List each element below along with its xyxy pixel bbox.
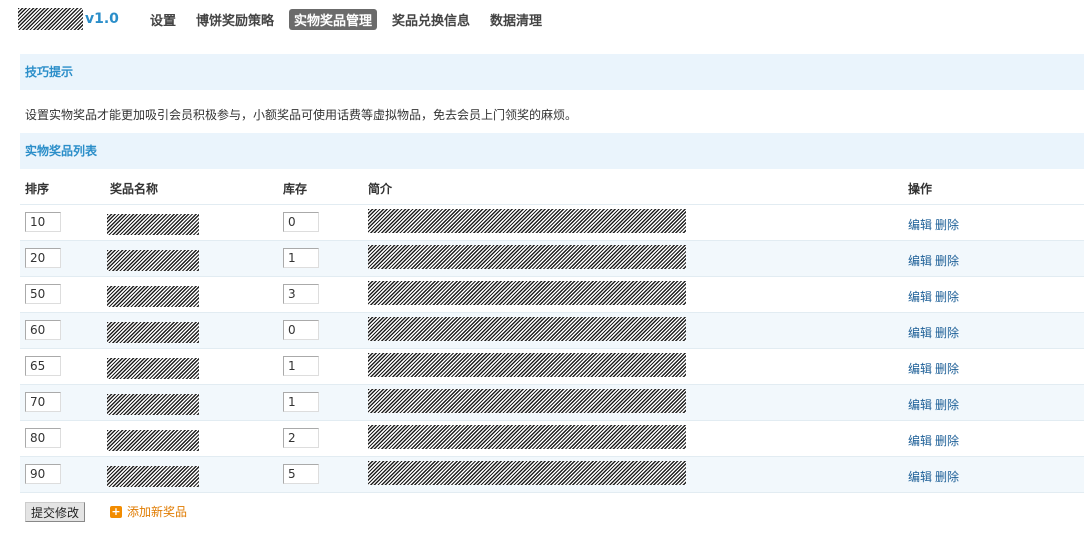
row-actions: 编辑 删除 (908, 468, 962, 485)
prize-name-redacted (107, 394, 199, 415)
edit-link[interactable]: 编辑 (908, 362, 932, 376)
prize-desc-redacted (368, 245, 686, 269)
row-actions: 编辑 删除 (908, 396, 962, 413)
prize-name-redacted (107, 430, 199, 451)
stock-input[interactable] (283, 284, 319, 304)
row-actions: 编辑 删除 (908, 324, 962, 341)
prize-name-redacted (107, 286, 199, 307)
row-actions: 编辑 删除 (908, 288, 962, 305)
row-actions: 编辑 删除 (908, 360, 962, 377)
tips-text: 设置实物奖品才能更加吸引会员积极参与，小额奖品可使用话费等虚拟物品，免去会员上门… (25, 108, 578, 122)
stock-input[interactable] (283, 428, 319, 448)
prize-desc-redacted (368, 389, 686, 413)
nav-data-cleanup[interactable]: 数据清理 (485, 9, 547, 30)
delete-link[interactable]: 删除 (935, 362, 959, 376)
add-prize-link[interactable]: + 添加新奖品 (110, 503, 187, 520)
row-actions: 编辑 删除 (908, 432, 962, 449)
table-row: 编辑删除 (20, 277, 1084, 313)
prize-name-redacted (107, 466, 199, 487)
stock-input[interactable] (283, 356, 319, 376)
prize-name-redacted (107, 358, 199, 379)
top-nav: v1.0 设置 博饼奖励策略 实物奖品管理 奖品兑换信息 数据清理 (18, 8, 557, 30)
edit-link[interactable]: 编辑 (908, 434, 932, 448)
delete-link[interactable]: 删除 (935, 254, 959, 268)
stock-input[interactable] (283, 212, 319, 232)
order-input[interactable] (25, 428, 61, 448)
table-row: 编辑删除 (20, 349, 1084, 385)
nav-prize-management[interactable]: 实物奖品管理 (288, 8, 377, 30)
prize-desc-redacted (368, 209, 686, 233)
tips-header: 技巧提示 (20, 54, 1084, 90)
edit-link[interactable]: 编辑 (908, 290, 932, 304)
prize-name-redacted (107, 214, 199, 235)
prize-desc-redacted (368, 425, 686, 449)
table-row: 编辑删除 (20, 313, 1084, 349)
order-input[interactable] (25, 392, 61, 412)
row-actions: 编辑 删除 (908, 216, 962, 233)
stock-input[interactable] (283, 464, 319, 484)
stock-input[interactable] (283, 320, 319, 340)
add-prize-label: 添加新奖品 (127, 505, 188, 519)
prize-desc-redacted (368, 461, 686, 485)
plus-square-icon: + (110, 504, 122, 518)
delete-link[interactable]: 删除 (935, 290, 959, 304)
col-desc: 简介 (368, 182, 393, 196)
order-input[interactable] (25, 284, 61, 304)
delete-link[interactable]: 删除 (935, 398, 959, 412)
edit-link[interactable]: 编辑 (908, 470, 932, 484)
order-input[interactable] (25, 320, 61, 340)
col-order: 排序 (25, 182, 50, 196)
order-input[interactable] (25, 464, 61, 484)
col-name: 奖品名称 (110, 182, 159, 196)
delete-link[interactable]: 删除 (935, 434, 959, 448)
edit-link[interactable]: 编辑 (908, 398, 932, 412)
table-row: 编辑删除 (20, 421, 1084, 457)
table-row: 编辑删除 (20, 205, 1084, 241)
row-actions: 编辑 删除 (908, 252, 962, 269)
stock-input[interactable] (283, 392, 319, 412)
stock-input[interactable] (283, 248, 319, 268)
version-label: v1.0 (85, 11, 119, 27)
order-input[interactable] (25, 356, 61, 376)
delete-link[interactable]: 删除 (935, 218, 959, 232)
delete-link[interactable]: 删除 (935, 326, 959, 340)
edit-link[interactable]: 编辑 (908, 218, 932, 232)
submit-button[interactable]: 提交修改 (25, 502, 85, 522)
prize-desc-redacted (368, 353, 686, 377)
nav-exchange-info[interactable]: 奖品兑换信息 (387, 9, 475, 30)
delete-link[interactable]: 删除 (935, 470, 959, 484)
col-ops: 操作 (908, 182, 933, 196)
prize-name-redacted (107, 322, 199, 343)
edit-link[interactable]: 编辑 (908, 254, 932, 268)
table-row: 编辑删除 (20, 385, 1084, 421)
nav-reward-strategy[interactable]: 博饼奖励策略 (191, 9, 279, 30)
logo-redacted (18, 8, 83, 30)
edit-link[interactable]: 编辑 (908, 326, 932, 340)
prize-list-header: 实物奖品列表 (20, 133, 1084, 169)
prize-desc-redacted (368, 281, 686, 305)
order-input[interactable] (25, 248, 61, 268)
order-input[interactable] (25, 212, 61, 232)
col-stock: 库存 (283, 182, 308, 196)
table-row: 编辑删除 (20, 241, 1084, 277)
prize-desc-redacted (368, 317, 686, 341)
prize-name-redacted (107, 250, 199, 271)
table-row: 编辑删除 (20, 457, 1084, 493)
nav-settings[interactable]: 设置 (145, 9, 181, 30)
